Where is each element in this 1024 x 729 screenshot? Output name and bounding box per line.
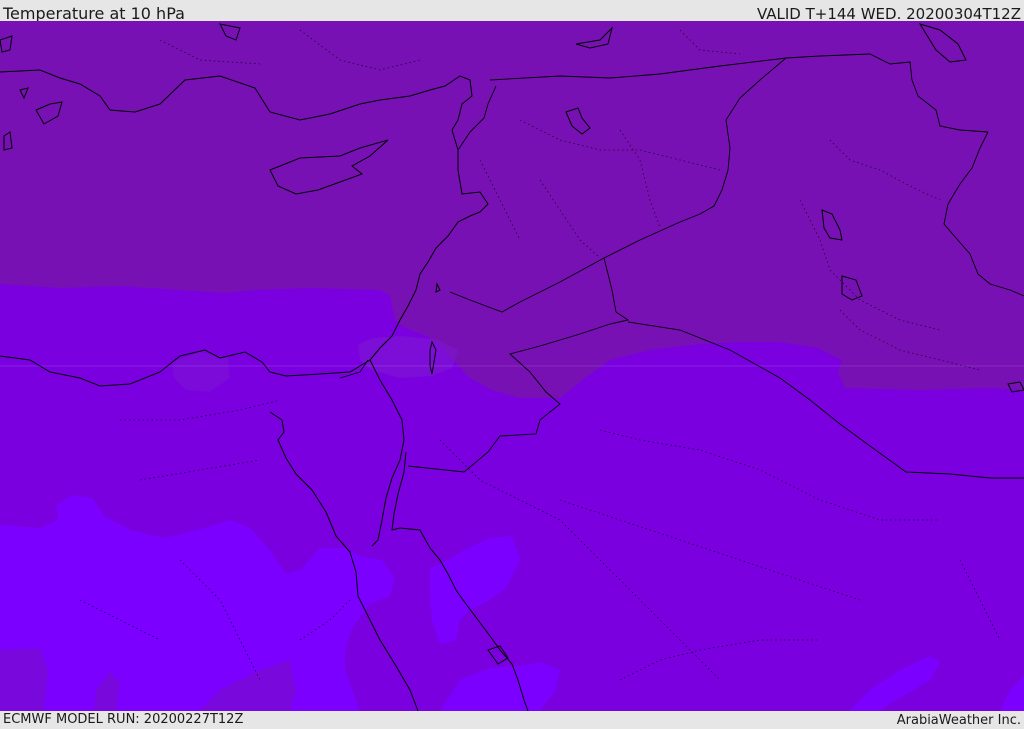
- model-run-label: ECMWF MODEL RUN: 20200227T12Z: [3, 712, 244, 727]
- credit-label: ArabiaWeather Inc.: [896, 713, 1021, 728]
- map-canvas: [0, 21, 1024, 711]
- footer-bar: ECMWF MODEL RUN: 20200227T12Z ArabiaWeat…: [0, 711, 1024, 729]
- header-bar: Temperature at 10 hPa VALID T+144 WED. 2…: [0, 0, 1024, 23]
- weather-map[interactable]: [0, 21, 1024, 711]
- temperature-zone-warm-upper: [0, 21, 1024, 290]
- temperature-pocket-sahara: [0, 648, 48, 711]
